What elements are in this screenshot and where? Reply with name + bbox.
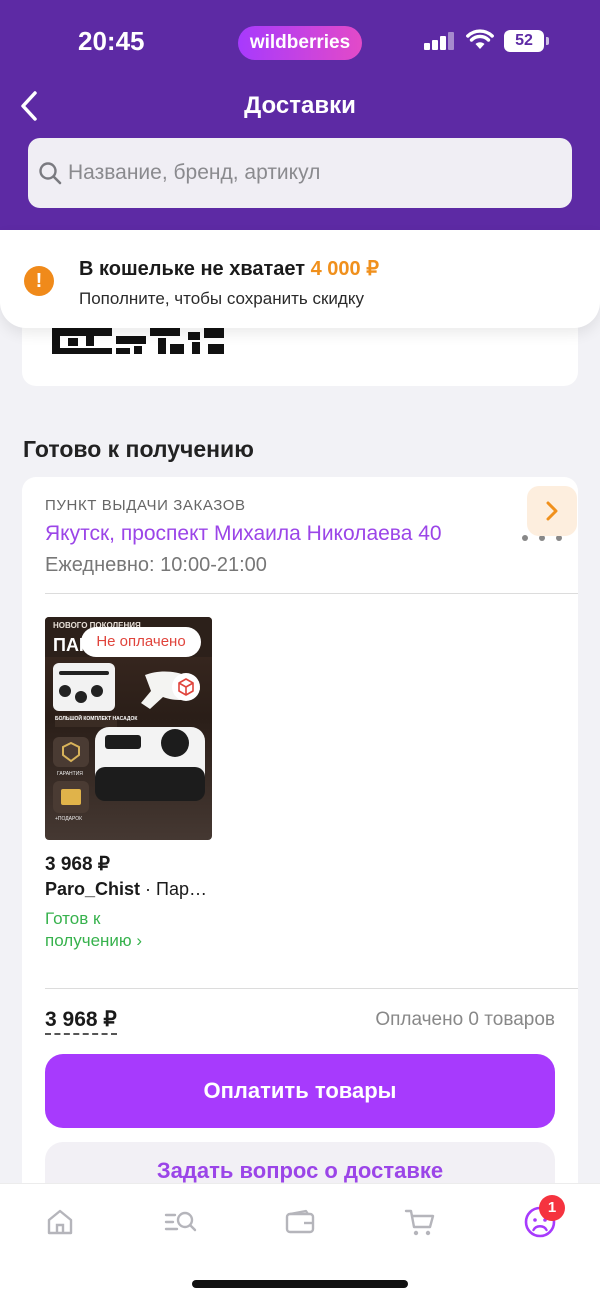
wallet-icon: [285, 1209, 315, 1234]
search-box[interactable]: [28, 138, 572, 208]
cart-icon: [404, 1209, 435, 1236]
more-dot: [522, 535, 528, 541]
product-image[interactable]: НОВОГО ПОКОЛЕНИЯ ПАР БОЛЬШОЙ КОМПЛЕКТ НА…: [45, 617, 212, 840]
wallet-title-text: В кошельке не хватает: [79, 258, 311, 280]
search-icon: [39, 162, 62, 185]
wallet-title: В кошельке не хватает 4 000 ₽: [79, 256, 379, 281]
image-warranty-text: ГАРАНТИЯ: [57, 771, 83, 777]
pickup-address[interactable]: Якутск, проспект Михаила Николаева 40: [45, 522, 442, 546]
status-bar: 20:45 wildberries 52: [0, 0, 600, 84]
app-header: 20:45 wildberries 52 Доставки: [0, 0, 600, 230]
wifi-icon: [466, 29, 494, 49]
divider: [45, 593, 578, 594]
tab-catalog[interactable]: [160, 1202, 200, 1242]
warning-icon: !: [24, 266, 54, 296]
product-price: 3 968 ₽: [45, 854, 110, 875]
product-name: · Пар…: [140, 879, 207, 899]
pickup-point-label: ПУНКТ ВЫДАЧИ ЗАКАЗОВ: [45, 497, 246, 514]
qr-code-image: [52, 328, 224, 354]
product-status-link[interactable]: Готов к получению ›: [45, 908, 185, 952]
tab-home[interactable]: [40, 1202, 80, 1242]
paid-count: Оплачено 0 товаров: [375, 1009, 555, 1030]
total-price[interactable]: 3 968 ₽: [45, 1007, 117, 1035]
image-gift-text: +ПОДАРОК: [55, 816, 82, 822]
order-card: ПУНКТ ВЫДАЧИ ЗАКАЗОВ Якутск, проспект Ми…: [22, 477, 578, 1217]
page-title: Доставки: [244, 92, 356, 119]
brand-pill[interactable]: wildberries: [238, 26, 362, 60]
home-icon: [47, 1209, 73, 1235]
product-title[interactable]: Paro_Chist · Пар…: [45, 879, 210, 900]
image-kit-text: БОЛЬШОЙ КОМПЛЕКТ НАСАДОК: [55, 714, 138, 722]
profile-notification-badge: 1: [539, 1195, 565, 1221]
wallet-topup-button[interactable]: [527, 486, 577, 536]
unpaid-status-pill: Не оплачено: [81, 627, 201, 657]
pay-button[interactable]: Оплатить товары: [45, 1054, 555, 1128]
home-indicator: [192, 1280, 408, 1288]
tab-wallet[interactable]: [280, 1202, 320, 1242]
divider: [45, 988, 578, 989]
signal-icon: [424, 32, 456, 50]
wallet-subtitle: Пополните, чтобы сохранить скидку: [79, 289, 364, 308]
product-brand: Paro_Chist: [45, 879, 141, 899]
chevron-right-icon: [546, 501, 558, 521]
status-time: 20:45: [78, 26, 145, 56]
catalog-search-icon: [164, 1211, 197, 1232]
pickup-hours: Ежедневно: 10:00-21:00: [45, 554, 267, 576]
search-input[interactable]: [68, 138, 558, 208]
wallet-amount: 4 000 ₽: [310, 258, 379, 280]
tab-cart[interactable]: [400, 1202, 440, 1242]
battery-indicator: 52: [504, 30, 549, 52]
section-title: Готово к получению: [23, 436, 254, 462]
